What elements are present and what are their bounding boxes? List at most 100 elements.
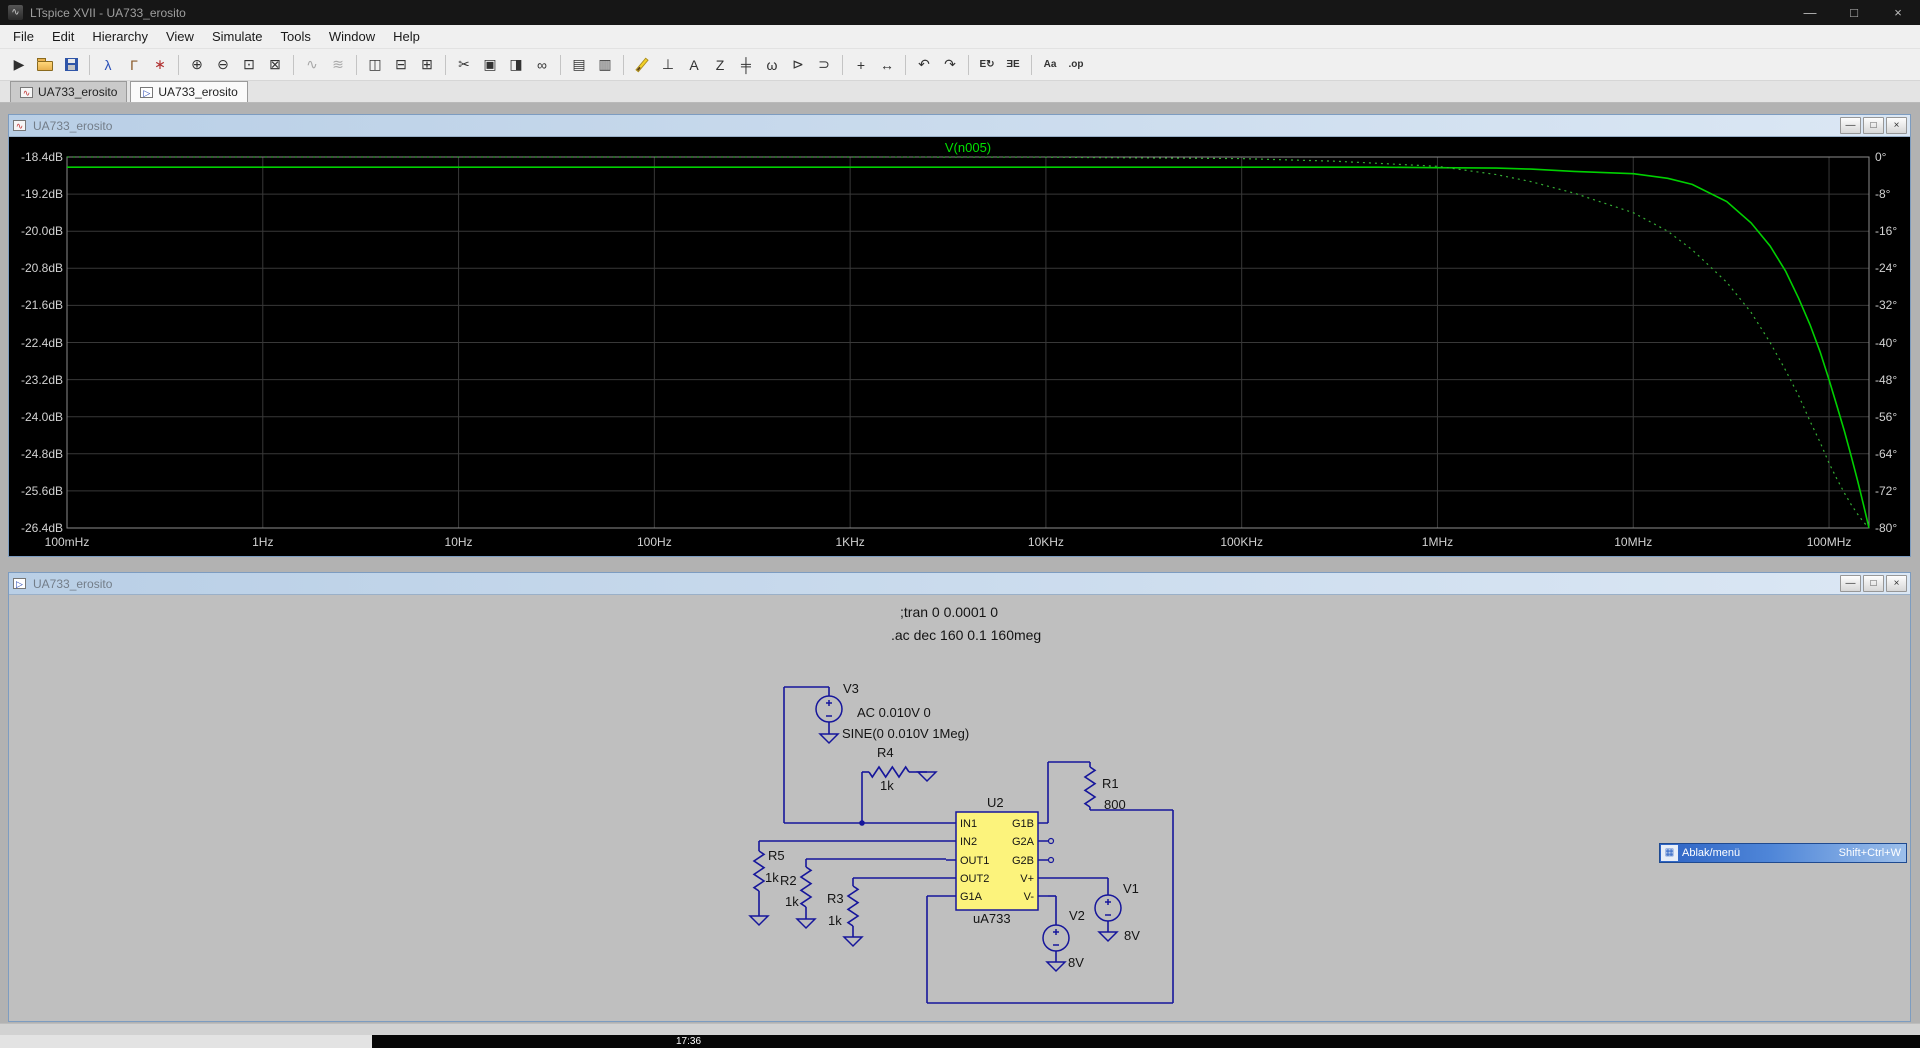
u2-ref-label[interactable]: U2 [987,795,1004,810]
undo-icon[interactable]: ↶ [911,52,937,78]
schem-minimize-button[interactable]: — [1840,575,1861,592]
directive-ac[interactable]: .ac dec 160 0.1 160meg [891,627,1041,643]
player-bar[interactable]: 17:36 [0,1035,1920,1048]
maximize-button[interactable]: □ [1832,0,1876,25]
tile-horizontal-icon[interactable]: ⊟ [388,52,414,78]
control-panel-icon[interactable]: Γ [121,52,147,78]
run-man-icon[interactable]: λ [95,52,121,78]
r2-ref-label[interactable]: R2 [780,873,797,888]
v2-ref-label[interactable]: V2 [1069,908,1085,923]
zoom-in-icon[interactable]: ⊕ [184,52,210,78]
open-icon[interactable] [32,52,58,78]
rotate-icon[interactable]: E↻ [974,52,1000,78]
redo-icon[interactable]: ↷ [937,52,963,78]
zoom-area-icon[interactable]: ⊠ [262,52,288,78]
close-button[interactable]: × [1876,0,1920,25]
r3-ref-label[interactable]: R3 [827,891,844,906]
v3-ref-label[interactable]: V3 [843,681,859,696]
save-icon[interactable] [58,52,84,78]
resistor-r4[interactable] [868,765,910,779]
r4-ref-label[interactable]: R4 [877,745,894,760]
resistor-r2[interactable] [799,866,813,908]
v2-value-label[interactable]: 8V [1068,955,1084,970]
inductor-icon[interactable]: ω [759,52,785,78]
resistor-r5[interactable] [752,850,766,892]
save-icon-shape [64,58,78,71]
plot-minimize-button[interactable]: — [1840,117,1861,134]
v1-ref-label[interactable]: V1 [1123,881,1139,896]
menu-item-edit[interactable]: Edit [43,25,83,49]
v1-value-label[interactable]: 8V [1124,928,1140,943]
waveform-plot-canvas[interactable]: -18.4dB -19.2dB -20.0dB -20.8dB -21.6dB -22.4… [9,137,1910,556]
resistor-r1[interactable] [1083,766,1097,808]
zoom-fit-icon[interactable]: ⊡ [236,52,262,78]
chip-u2[interactable]: IN1 G1B IN2 G2A OUT1 G2B OUT2 V+ G1A V- [946,811,1055,911]
directive-tran[interactable]: ;tran 0 0.0001 0 [900,604,998,620]
schematic-canvas[interactable]: ▦ Ablak/menü Shift+Ctrl+W IN1 G1B IN2 G2A OU… [9,595,1910,1021]
x-tick: 1MHz [1421,535,1454,549]
paste-icon[interactable]: ◨ [503,52,529,78]
move-icon[interactable]: + [848,52,874,78]
find-icon[interactable]: ∞ [529,52,555,78]
r5-value-label[interactable]: 1k [765,870,779,885]
v3-value-ac[interactable]: AC 0.010V 0 [857,705,931,720]
cut-icon[interactable]: ✂ [451,52,477,78]
u2-part-label[interactable]: uA733 [973,911,1011,926]
tile-vertical-icon[interactable]: ◫ [362,52,388,78]
menu-item-simulate[interactable]: Simulate [203,25,272,49]
schem-close-button[interactable]: × [1886,575,1907,592]
print-icon[interactable]: ▤ [566,52,592,78]
run-icon[interactable]: ▶ [6,52,32,78]
menu-item-tools[interactable]: Tools [272,25,320,49]
capacitor-icon[interactable]: ╪ [733,52,759,78]
resistor-icon[interactable]: Z [707,52,733,78]
waveform-window-titlebar[interactable]: ∿ UA733_erosito — □ × [9,115,1910,137]
r3-value-label[interactable]: 1k [828,913,842,928]
toolbar: ▶ λ Γ ∗ ⊕ ⊖ ⊡ ⊠ ∿ ≋ ◫ ⊟ ⊞ ✂ ▣ ◨ ∞ ▤ ▥ ⊥ A Z ╪ ω ⊳ ⊃ + ↔ ↶ ↷ E↻ ƎE Aa .op [0,49,1920,81]
diode-icon[interactable]: ⊳ [785,52,811,78]
vsource-v1[interactable] [1094,894,1122,922]
text-icon[interactable]: Aa [1037,52,1063,78]
zoom-out-icon[interactable]: ⊖ [210,52,236,78]
tab-label: UA733_erosito [38,85,118,99]
plot-restore-button[interactable]: □ [1863,117,1884,134]
trace-magnitude[interactable] [67,166,1870,529]
trace-label[interactable]: V(n005) [67,140,1869,155]
ground-icon[interactable]: ⊥ [655,52,681,78]
tab-2-schematic[interactable]: ▷ UA733_erosito [130,81,248,102]
menu-item-help[interactable]: Help [384,25,429,49]
r1-value-label[interactable]: 800 [1104,797,1126,812]
y-left-tick: -19.2dB [20,187,63,202]
menu-item-hierarchy[interactable]: Hierarchy [83,25,157,49]
menu-item-file[interactable]: File [4,25,43,49]
drag-icon[interactable]: ↔ [874,52,900,78]
halt-icon[interactable]: ∗ [147,52,173,78]
spice-directive-icon[interactable]: .op [1063,52,1089,78]
component-icon[interactable]: ⊃ [811,52,837,78]
minimize-button[interactable]: — [1788,0,1832,25]
schem-restore-button[interactable]: □ [1863,575,1884,592]
copy-icon[interactable]: ▣ [477,52,503,78]
r4-value-label[interactable]: 1k [880,778,894,793]
r2-value-label[interactable]: 1k [785,894,799,909]
tab-1-waveform[interactable]: ∿ UA733_erosito [10,81,128,102]
vsource-v3[interactable] [815,695,843,723]
mirror-icon[interactable]: ƎE [1000,52,1026,78]
plot-settings-icon[interactable]: ∿ [299,52,325,78]
menu-item-view[interactable]: View [157,25,203,49]
wire-icon[interactable] [629,52,655,78]
schematic-window-titlebar[interactable]: ▷ UA733_erosito — □ × [9,573,1910,595]
v3-value-sine[interactable]: SINE(0 0.010V 1Meg) [842,726,969,741]
cascade-windows-icon[interactable]: ⊞ [414,52,440,78]
label-net-icon[interactable]: A [681,52,707,78]
r1-ref-label[interactable]: R1 [1102,776,1119,791]
titlebar[interactable]: ∿ LTspice XVII - UA733_erosito — □ × [0,0,1920,25]
print-preview-icon[interactable]: ▥ [592,52,618,78]
resistor-r3[interactable] [846,885,860,927]
progress-bar[interactable] [0,1035,372,1048]
menu-item-window[interactable]: Window [320,25,384,49]
vsource-v2[interactable] [1042,924,1070,952]
autorange-icon[interactable]: ≋ [325,52,351,78]
plot-close-button[interactable]: × [1886,117,1907,134]
r5-ref-label[interactable]: R5 [768,848,785,863]
